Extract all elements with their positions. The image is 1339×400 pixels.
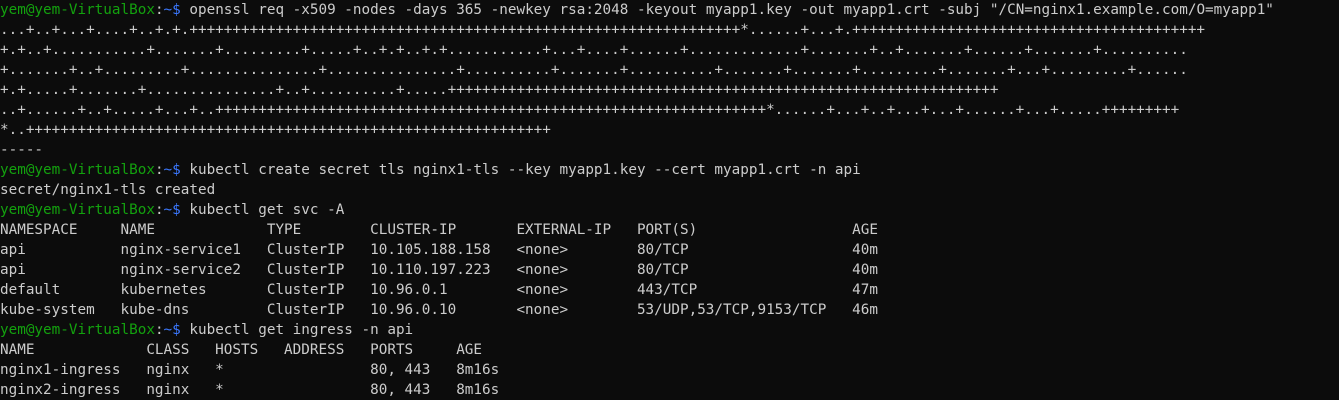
prompt-separator: : (154, 202, 164, 218)
svc-table-header: NAMESPACE NAME TYPE CLUSTER-IP EXTERNAL-… (0, 222, 878, 238)
output-line: +.+.....+.......+...............+..+....… (0, 82, 999, 98)
svc-table-row: api nginx-service1 ClusterIP 10.105.188.… (0, 242, 878, 258)
prompt-separator: : (154, 2, 164, 18)
command-text: kubectl get svc -A (180, 202, 345, 218)
ingress-table-row: nginx2-ingress nginx * 80, 443 8m16s (0, 382, 500, 398)
prompt-path: ~$ (163, 202, 181, 218)
output-line: +.......+..+.........+...............+..… (0, 62, 1188, 78)
prompt-line-get-svc: yem@yem-VirtualBox:~$ kubectl get svc -A (0, 200, 1339, 220)
prompt-separator: : (154, 162, 164, 178)
prompt-user-host: yem@yem-VirtualBox (0, 2, 155, 18)
command-text: openssl req -x509 -nodes -days 365 -newk… (180, 2, 1274, 18)
ingress-table-row: nginx1-ingress nginx * 80, 443 8m16s (0, 362, 500, 378)
prompt-user-host: yem@yem-VirtualBox (0, 202, 155, 218)
prompt-separator: : (154, 322, 164, 338)
prompt-line-openssl: yem@yem-VirtualBox:~$ openssl req -x509 … (0, 0, 1339, 20)
terminal-window[interactable]: yem@yem-VirtualBox:~$ openssl req -x509 … (0, 0, 1339, 400)
prompt-user-host: yem@yem-VirtualBox (0, 162, 155, 178)
svc-table-row: default kubernetes ClusterIP 10.96.0.1 <… (0, 282, 878, 298)
ingress-table-header: NAME CLASS HOSTS ADDRESS PORTS AGE (0, 342, 483, 358)
prompt-path: ~$ (163, 322, 181, 338)
svc-table-row: kube-system kube-dns ClusterIP 10.96.0.1… (0, 302, 878, 318)
output-line: ..+......+..+.....+...+..+++++++++++++++… (0, 102, 1180, 118)
svc-table-row: api nginx-service2 ClusterIP 10.110.197.… (0, 262, 878, 278)
prompt-path: ~$ (163, 2, 181, 18)
output-line: *..+++++++++++++++++++++++++++++++++++++… (0, 122, 551, 138)
prompt-user-host: yem@yem-VirtualBox (0, 322, 155, 338)
output-line: ----- (0, 142, 44, 158)
command-text: kubectl create secret tls nginx1-tls --k… (180, 162, 861, 178)
command-text: kubectl get ingress -n api (180, 322, 414, 338)
output-line: ...+..+...+....+..+.+.++++++++++++++++++… (0, 22, 1206, 38)
output-line: +.+..+...........+.......+.........+....… (0, 42, 1188, 58)
prompt-line-get-ingress: yem@yem-VirtualBox:~$ kubectl get ingres… (0, 320, 1339, 340)
prompt-path: ~$ (163, 162, 181, 178)
prompt-line-create-secret: yem@yem-VirtualBox:~$ kubectl create sec… (0, 160, 1339, 180)
output-line-secret-created: secret/nginx1-tls created (0, 182, 216, 198)
